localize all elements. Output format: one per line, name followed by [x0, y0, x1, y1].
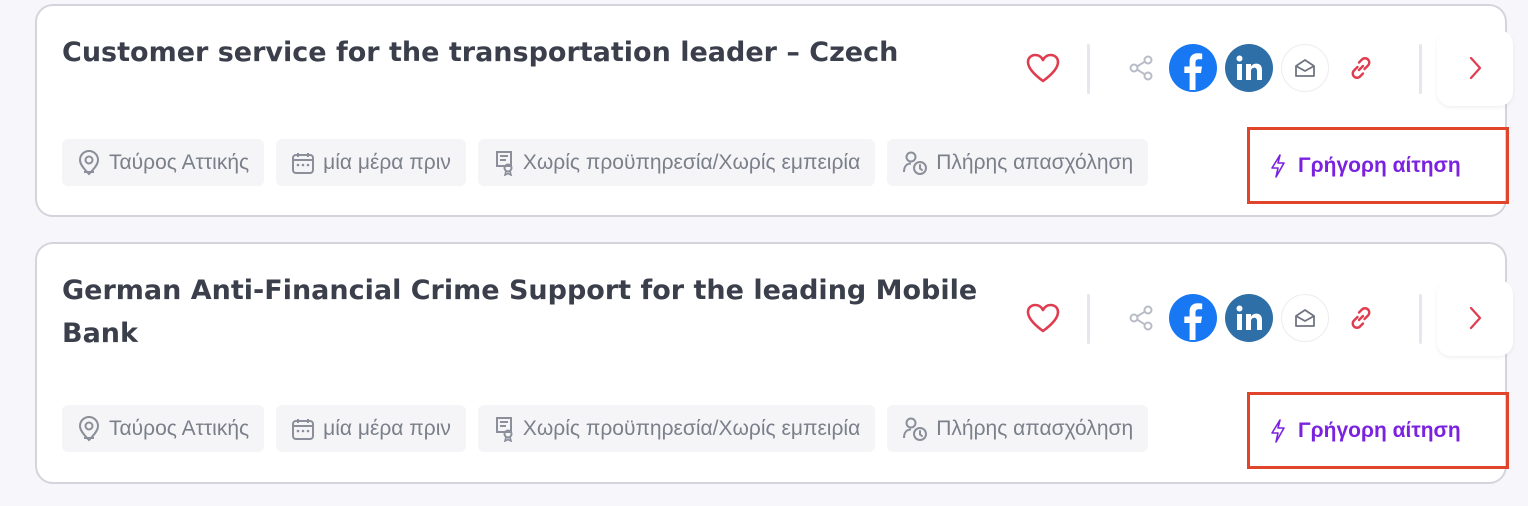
job-list: Customer service for the transportation …: [0, 0, 1528, 506]
job-actions: [945, 280, 1513, 360]
envelope-icon: [1295, 59, 1315, 77]
heart-icon: [1026, 303, 1060, 333]
email-share-button[interactable]: [1281, 294, 1329, 342]
copy-link-button[interactable]: [1337, 44, 1385, 92]
experience-tag: Χωρίς προϋπηρεσία/Χωρίς εμπειρία: [477, 139, 876, 186]
job-title[interactable]: Customer service for the transportation …: [62, 31, 982, 74]
employment-text: Πλήρης απασχόληση: [936, 150, 1134, 174]
posted-text: μία μέρα πριν: [323, 416, 451, 440]
divider: [1419, 44, 1422, 94]
job-title[interactable]: German Anti-Financial Crime Support for …: [62, 269, 982, 355]
quick-apply-button[interactable]: Γρήγορη αίτηση: [1247, 392, 1509, 469]
share-button[interactable]: [1117, 294, 1165, 342]
job-card[interactable]: German Anti-Financial Crime Support for …: [35, 242, 1513, 484]
favorite-button[interactable]: [1019, 44, 1067, 92]
share-button[interactable]: [1117, 44, 1165, 92]
divider: [1419, 294, 1422, 344]
employment-text: Πλήρης απασχόληση: [936, 416, 1134, 440]
facebook-share-button[interactable]: [1169, 44, 1217, 92]
employment-tag: Πλήρης απασχόληση: [887, 405, 1149, 452]
linkedin-share-button[interactable]: [1225, 294, 1273, 342]
job-card[interactable]: Customer service for the transportation …: [35, 4, 1513, 217]
location-tag: Ταύρος Αττικής: [62, 405, 265, 452]
location-tag: Ταύρος Αττικής: [62, 139, 265, 186]
posted-text: μία μέρα πριν: [323, 150, 451, 174]
map-pin-icon: [78, 415, 100, 441]
calendar-icon: [292, 418, 315, 440]
job-meta: Ταύρος Αττικής μία μέρα πριν Χωρίς προϋπ…: [62, 405, 1149, 452]
job-actions: [945, 30, 1513, 110]
posted-tag: μία μέρα πριν: [276, 405, 466, 452]
facebook-share-button[interactable]: [1169, 294, 1217, 342]
person-clock-icon: [903, 151, 928, 175]
quick-apply-label: Γρήγορη αίτηση: [1298, 153, 1461, 177]
open-job-button[interactable]: [1437, 280, 1513, 356]
linkedin-icon: [1236, 55, 1262, 80]
experience-tag: Χωρίς προϋπηρεσία/Χωρίς εμπειρία: [477, 405, 876, 452]
experience-text: Χωρίς προϋπηρεσία/Χωρίς εμπειρία: [522, 150, 861, 174]
email-share-button[interactable]: [1281, 44, 1329, 92]
certificate-icon: [495, 150, 513, 176]
certificate-icon: [495, 416, 513, 442]
divider: [1087, 294, 1090, 344]
link-icon: [1351, 57, 1371, 79]
chevron-right-icon: [1469, 56, 1482, 80]
map-pin-icon: [78, 149, 100, 175]
envelope-icon: [1295, 309, 1315, 327]
quick-apply-button[interactable]: Γρήγορη αίτηση: [1247, 127, 1509, 204]
location-text: Ταύρος Αττικής: [109, 150, 250, 174]
open-job-button[interactable]: [1437, 30, 1513, 106]
posted-tag: μία μέρα πριν: [276, 139, 466, 186]
experience-text: Χωρίς προϋπηρεσία/Χωρίς εμπειρία: [522, 416, 861, 440]
job-meta: Ταύρος Αττικής μία μέρα πριν Χωρίς προϋπ…: [62, 139, 1149, 186]
person-clock-icon: [903, 417, 928, 441]
facebook-icon: [1184, 53, 1203, 90]
share-icon: [1129, 55, 1153, 81]
copy-link-button[interactable]: [1337, 294, 1385, 342]
facebook-icon: [1184, 303, 1203, 340]
divider: [1087, 44, 1090, 94]
location-text: Ταύρος Αττικής: [109, 416, 250, 440]
favorite-button[interactable]: [1019, 294, 1067, 342]
linkedin-icon: [1236, 305, 1262, 330]
chevron-right-icon: [1469, 306, 1482, 330]
lightning-icon: [1271, 153, 1285, 178]
calendar-icon: [292, 152, 315, 174]
link-icon: [1351, 307, 1371, 329]
lightning-icon: [1271, 418, 1285, 443]
share-icon: [1129, 305, 1153, 331]
linkedin-share-button[interactable]: [1225, 44, 1273, 92]
employment-tag: Πλήρης απασχόληση: [887, 139, 1149, 186]
quick-apply-label: Γρήγορη αίτηση: [1298, 418, 1461, 442]
heart-icon: [1026, 53, 1060, 83]
